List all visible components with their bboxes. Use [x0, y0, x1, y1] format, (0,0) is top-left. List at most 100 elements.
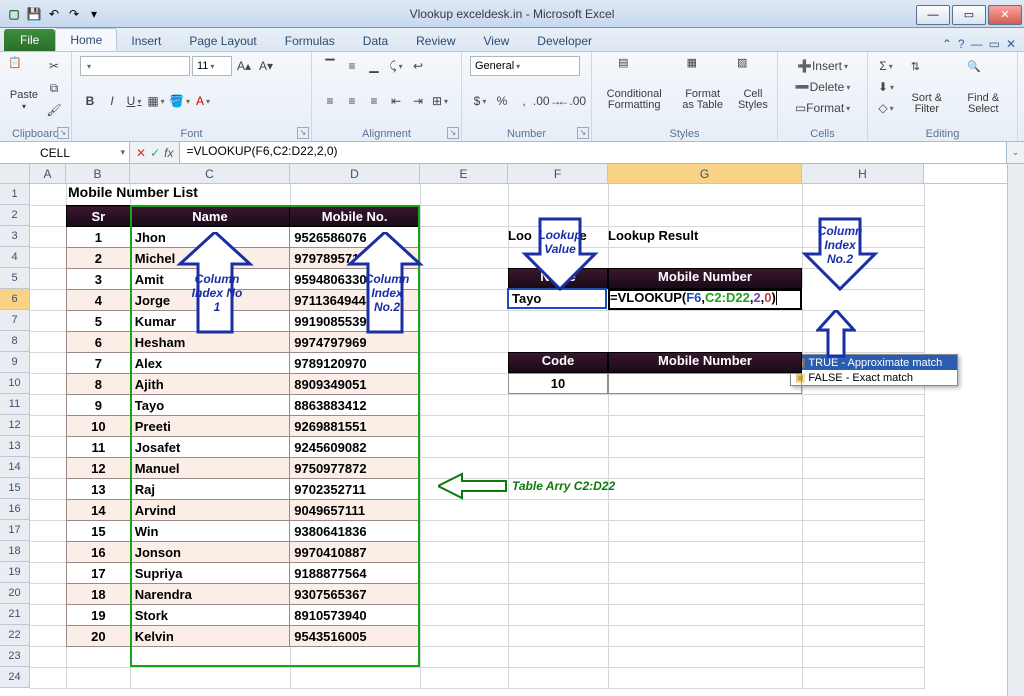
find-select-button[interactable]: 🔍Find & Select: [958, 60, 1009, 115]
table-row[interactable]: 1Jhon9526586076: [67, 227, 420, 248]
ribbon-minimize-icon[interactable]: ⌃: [942, 37, 952, 51]
fx-icon[interactable]: fx: [164, 146, 173, 160]
table-row[interactable]: 20Kelvin9543516005: [67, 626, 420, 647]
format-cells-button[interactable]: ▭ Format: [786, 98, 859, 118]
row-header-7[interactable]: 7: [0, 310, 30, 331]
tab-home[interactable]: Home: [55, 28, 117, 51]
dec-indent-icon[interactable]: ⇤: [386, 91, 406, 111]
select-all-corner[interactable]: [0, 164, 30, 183]
inc-indent-icon[interactable]: ⇥: [408, 91, 428, 111]
table-row[interactable]: 3Amit9594806330: [67, 269, 420, 290]
minimize-button[interactable]: —: [916, 5, 950, 25]
percent-icon[interactable]: %: [492, 91, 512, 111]
workbook-restore-icon[interactable]: ▭: [989, 37, 1000, 51]
save-icon[interactable]: 💾: [26, 6, 42, 22]
undo-icon[interactable]: ↶: [46, 6, 62, 22]
merge-icon[interactable]: ⊞: [430, 91, 450, 111]
row-header-19[interactable]: 19: [0, 562, 30, 583]
cells-area[interactable]: Mobile Number List Sr Name Mobile No. 1J…: [30, 184, 1007, 688]
row-header-21[interactable]: 21: [0, 604, 30, 625]
table-row[interactable]: 11Josafet9245609082: [67, 437, 420, 458]
table-row[interactable]: 7Alex9789120970: [67, 353, 420, 374]
table-row[interactable]: 19Stork8910573940: [67, 605, 420, 626]
workbook-minimize-icon[interactable]: —: [971, 37, 983, 51]
font-name-combo[interactable]: [80, 56, 190, 76]
delete-cells-button[interactable]: ➖ Delete: [786, 77, 859, 97]
worksheet[interactable]: A B C D E F G H 123456789101112131415161…: [0, 164, 1007, 696]
autosum-icon[interactable]: Σ: [876, 56, 896, 76]
qat-more-icon[interactable]: ▾: [86, 6, 102, 22]
table-row[interactable]: 12Manuel9750977872: [67, 458, 420, 479]
orientation-icon[interactable]: ⤹: [386, 56, 406, 76]
grow-font-icon[interactable]: A▴: [234, 56, 254, 76]
tab-formulas[interactable]: Formulas: [271, 30, 349, 51]
align-right-icon[interactable]: ≡: [364, 91, 384, 111]
row-header-4[interactable]: 4: [0, 247, 30, 268]
redo-icon[interactable]: ↷: [66, 6, 82, 22]
row-header-2[interactable]: 2: [0, 205, 30, 226]
table-row[interactable]: 17Supriya9188877564: [67, 563, 420, 584]
row-header-5[interactable]: 5: [0, 268, 30, 289]
align-middle-icon[interactable]: ≡: [342, 56, 362, 76]
tab-review[interactable]: Review: [402, 30, 469, 51]
table-row[interactable]: 8Ajith8909349051: [67, 374, 420, 395]
col-header-F[interactable]: F: [508, 164, 608, 183]
row-header-22[interactable]: 22: [0, 625, 30, 646]
table-row[interactable]: 13Raj9702352711: [67, 479, 420, 500]
row-header-20[interactable]: 20: [0, 583, 30, 604]
inc-decimal-icon[interactable]: .00→: [536, 91, 559, 111]
tab-developer[interactable]: Developer: [523, 30, 606, 51]
borders-icon[interactable]: ▦: [146, 91, 166, 111]
insert-cells-button[interactable]: ➕ Insert: [786, 56, 859, 76]
font-size-combo[interactable]: 11: [192, 56, 232, 76]
align-top-icon[interactable]: ▔: [320, 56, 340, 76]
col-header-G[interactable]: G: [608, 164, 802, 183]
table-row[interactable]: 10Preeti9269881551: [67, 416, 420, 437]
col-header-C[interactable]: C: [130, 164, 290, 183]
row-header-17[interactable]: 17: [0, 520, 30, 541]
align-center-icon[interactable]: ≡: [342, 91, 362, 111]
row-header-13[interactable]: 13: [0, 436, 30, 457]
row-header-10[interactable]: 10: [0, 373, 30, 394]
fill-color-icon[interactable]: 🪣: [168, 91, 191, 111]
col-header-E[interactable]: E: [420, 164, 508, 183]
table-row[interactable]: 5Kumar9919085539: [67, 311, 420, 332]
workbook-close-icon[interactable]: ✕: [1006, 37, 1016, 51]
tab-data[interactable]: Data: [349, 30, 402, 51]
shrink-font-icon[interactable]: A▾: [256, 56, 276, 76]
row-header-3[interactable]: 3: [0, 226, 30, 247]
number-dialog-icon[interactable]: ↘: [577, 127, 589, 139]
wrap-text-icon[interactable]: ↩: [408, 56, 428, 76]
tab-view[interactable]: View: [470, 30, 524, 51]
enter-formula-icon[interactable]: ✓: [150, 146, 160, 160]
row-header-1[interactable]: 1: [0, 184, 30, 205]
number-format-combo[interactable]: General: [470, 56, 580, 76]
fill-icon[interactable]: ⬇: [876, 77, 896, 97]
comma-icon[interactable]: ,: [514, 91, 534, 111]
col-header-B[interactable]: B: [66, 164, 130, 183]
format-as-table-button[interactable]: ▦Format as Table: [678, 56, 727, 111]
clipboard-dialog-icon[interactable]: ↘: [57, 127, 69, 139]
help-icon[interactable]: ?: [958, 37, 965, 51]
cell-G6-formula[interactable]: =VLOOKUP(F6,C2:D22,2,0): [608, 289, 838, 308]
tab-file[interactable]: File: [4, 29, 55, 51]
row-header-24[interactable]: 24: [0, 667, 30, 688]
close-button[interactable]: ✕: [988, 5, 1022, 25]
row-header-18[interactable]: 18: [0, 541, 30, 562]
align-bottom-icon[interactable]: ▁: [364, 56, 384, 76]
table-row[interactable]: 6Hesham9974797969: [67, 332, 420, 353]
table-row[interactable]: 14Arvind9049657111: [67, 500, 420, 521]
font-dialog-icon[interactable]: ↘: [297, 127, 309, 139]
formula-bar-expand-icon[interactable]: ⌄: [1006, 142, 1024, 163]
clear-icon[interactable]: ◇: [876, 98, 896, 118]
col-header-H[interactable]: H: [802, 164, 924, 183]
row-header-14[interactable]: 14: [0, 457, 30, 478]
vertical-scrollbar[interactable]: [1007, 164, 1024, 696]
alignment-dialog-icon[interactable]: ↘: [447, 127, 459, 139]
table-row[interactable]: 9Tayo8863883412: [67, 395, 420, 416]
format-painter-icon[interactable]: 🖌: [44, 100, 64, 120]
row-header-6[interactable]: 6: [0, 289, 30, 310]
col-header-A[interactable]: A: [30, 164, 66, 183]
row-header-11[interactable]: 11: [0, 394, 30, 415]
cancel-formula-icon[interactable]: ✕: [136, 146, 146, 160]
